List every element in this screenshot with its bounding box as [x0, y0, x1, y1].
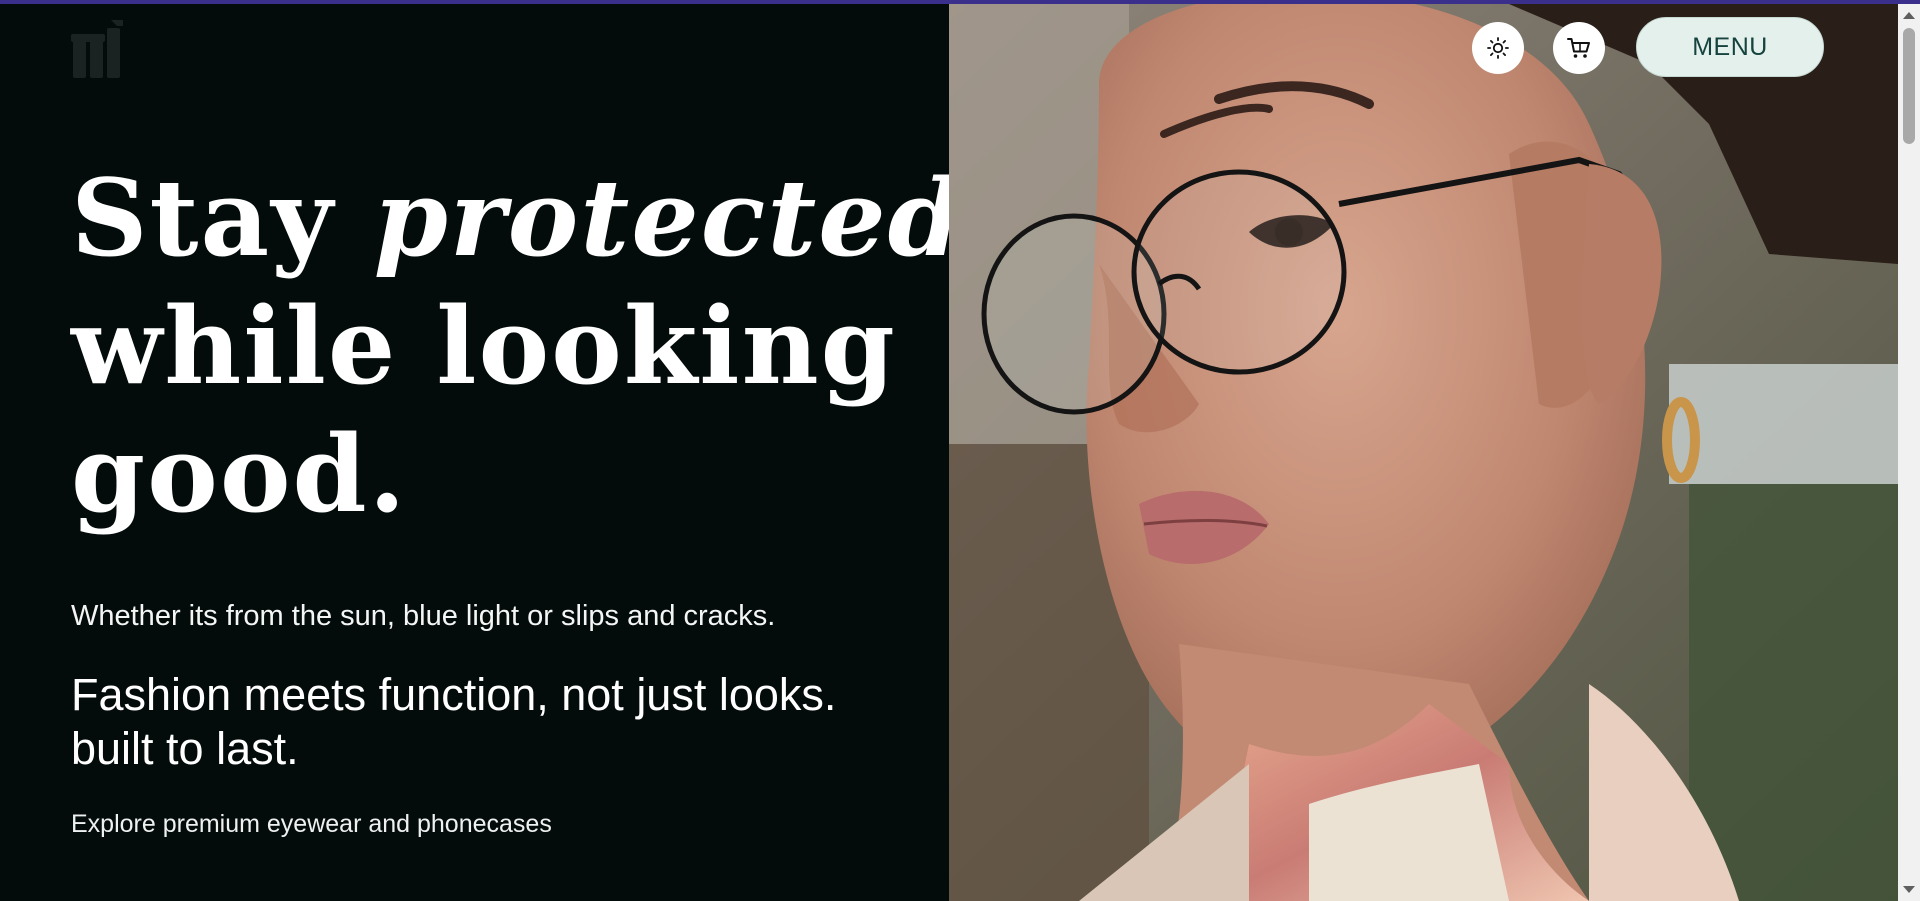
cart-icon — [1567, 38, 1590, 58]
sun-icon — [1487, 37, 1509, 59]
hero-subtitle: Whether its from the sun, blue light or … — [71, 600, 776, 632]
explore-text: Explore premium eyewear and phonecases — [71, 810, 552, 838]
hero-title-stay: Stay — [71, 155, 374, 280]
tagline-line2: built to last. — [71, 723, 299, 774]
hero-title-protected: protected — [373, 155, 964, 280]
tagline-line1: Fashion meets function, not just looks. — [71, 669, 837, 720]
hero-title-line2: while looking — [71, 283, 897, 408]
vertical-scrollbar[interactable] — [1898, 4, 1920, 901]
scroll-up-arrow-icon[interactable] — [1903, 12, 1915, 19]
theme-toggle-button[interactable] — [1472, 22, 1524, 74]
cart-button[interactable] — [1553, 22, 1605, 74]
menu-button[interactable]: MENU — [1636, 17, 1824, 77]
scroll-thumb[interactable] — [1903, 28, 1915, 144]
hero-photo — [949, 4, 1898, 901]
hero-title: Stay protected while looking good. — [71, 154, 964, 538]
app-root: Stay protected while looking good. Wheth… — [0, 0, 1920, 901]
brand-logo[interactable] — [71, 18, 129, 80]
hero-text-panel: Stay protected while looking good. Wheth… — [0, 4, 962, 901]
hero-title-line3: good. — [71, 411, 408, 536]
scroll-down-arrow-icon[interactable] — [1903, 886, 1915, 893]
hero-tagline: Fashion meets function, not just looks. … — [71, 668, 836, 776]
woman-with-glasses-photo — [949, 4, 1898, 901]
